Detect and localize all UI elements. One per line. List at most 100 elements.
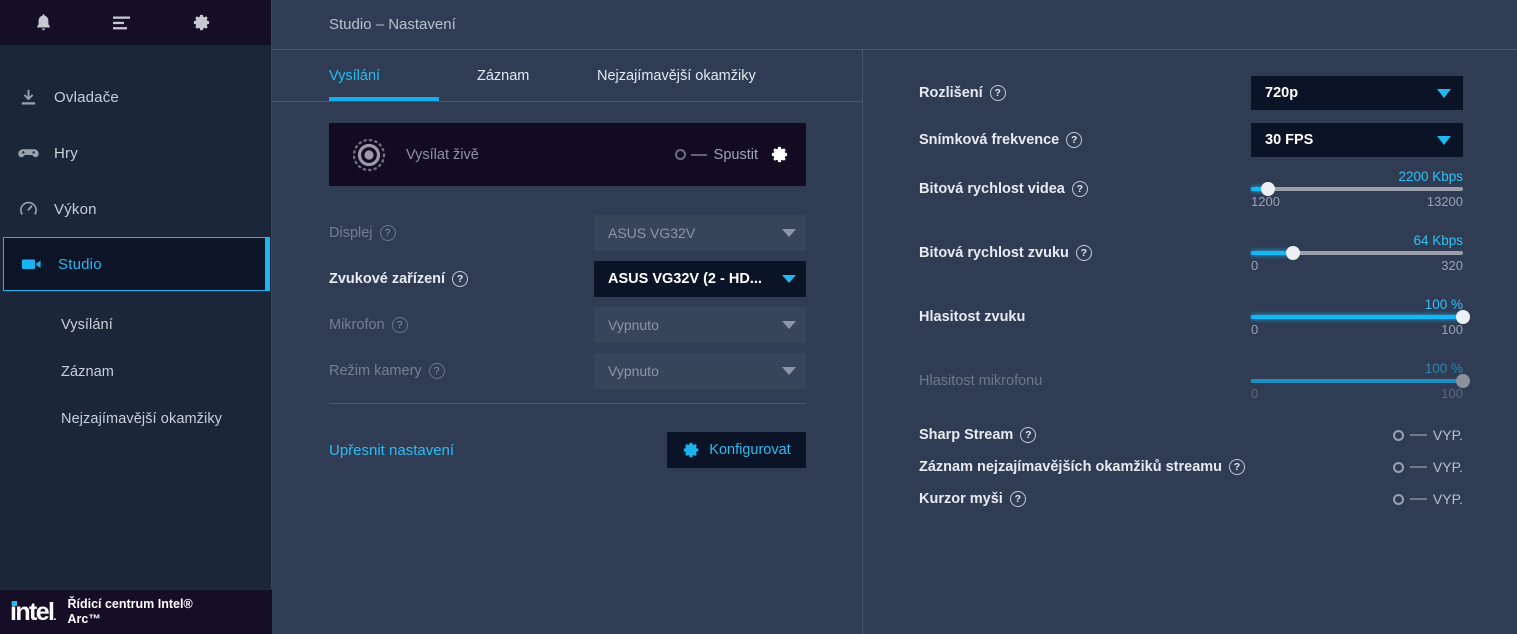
sidebar-item-ovladace[interactable]: Ovladače (0, 69, 271, 125)
setting-label: Zvukové zařízení ? (329, 271, 469, 287)
setting-label-text: Hlasitost zvuku (919, 309, 1026, 325)
tab-nejzajimavejsi-okamziky[interactable]: Nejzajímavější okamžiky (597, 50, 797, 101)
slider-min: 1200 (1251, 194, 1280, 209)
toggle-state-label: VYP. (1432, 459, 1463, 475)
slider-thumb[interactable] (1286, 246, 1301, 260)
slider-track[interactable] (1251, 246, 1463, 260)
help-icon[interactable]: ? (1229, 459, 1246, 475)
stream-toggle[interactable] (674, 149, 712, 160)
resolution-select[interactable]: 720p (1251, 76, 1463, 110)
slider-max: 13200 (1426, 194, 1463, 209)
slider-thumb[interactable] (1456, 374, 1470, 388)
setting-label-text: Režim kamery (329, 363, 422, 379)
slider-value: 2200 Kbps (1398, 169, 1463, 184)
help-icon[interactable]: ? (379, 225, 396, 241)
setting-row-displej: Displej ? ASUS VG32V (329, 210, 806, 256)
stream-start-label[interactable]: Spustit (714, 147, 758, 163)
setting-label: Režim kamery ? (329, 363, 445, 379)
slider-fill (1251, 379, 1463, 383)
select-value: 30 FPS (1265, 132, 1314, 148)
slider-track[interactable] (1251, 310, 1470, 324)
slider-thumb[interactable] (1260, 182, 1275, 196)
mouse-cursor-toggle[interactable]: VYP. (1392, 491, 1463, 507)
slider-max: 100 (1441, 386, 1463, 401)
sidebar-item-label: Hry (54, 144, 78, 162)
sidebar: Ovladače Hry Výkon Studio Vysílání Zázna… (0, 0, 272, 634)
setting-row-zaznam-nejzajimavejsich-okamziku-streamu: Záznam nejzajímavějších okamžiků streamu… (919, 454, 1463, 480)
stream-banner: Vysílat živě Spustit (329, 123, 806, 186)
setting-label: Hlasitost mikrofonu (919, 373, 1042, 389)
help-icon[interactable]: ? (1020, 427, 1037, 443)
toggle-bar (1409, 498, 1427, 500)
resolution-control: 720p (1251, 76, 1463, 110)
chevron-down-icon (782, 321, 796, 329)
list-icon[interactable] (109, 10, 135, 36)
camera-mode-select[interactable]: Vypnuto (594, 353, 806, 389)
gear-icon[interactable] (188, 10, 214, 36)
sharp-stream-toggle[interactable]: VYP. (1392, 427, 1463, 443)
advanced-settings-row: Upřesnit nastavení Konfigurovat (329, 420, 806, 480)
record-icon (348, 134, 390, 176)
help-icon[interactable]: ? (989, 85, 1006, 101)
configure-button[interactable]: Konfigurovat (667, 432, 806, 468)
setting-row-hlasitost-zvuku: Hlasitost zvuku 100 % 0 100 (919, 292, 1470, 342)
audio-bitrate-slider[interactable]: 64 Kbps 0 320 (1251, 233, 1463, 273)
slider-track[interactable] (1251, 182, 1463, 196)
sidebar-item-hry[interactable]: Hry (0, 125, 271, 181)
sidebar-subitem-vysilani[interactable]: Vysílání (0, 301, 271, 348)
advanced-settings-label[interactable]: Upřesnit nastavení (329, 442, 454, 459)
bell-icon[interactable] (30, 10, 56, 36)
audio-volume-slider[interactable]: 100 % 0 100 (1251, 297, 1470, 337)
mic-volume-slider[interactable]: 100 % 0 100 (1251, 361, 1470, 401)
slider-track[interactable] (1251, 374, 1470, 388)
setting-label: Hlasitost zvuku (919, 309, 1025, 325)
help-icon[interactable]: ? (1075, 245, 1092, 261)
stream-banner-label: Vysílat živě (406, 146, 479, 163)
setting-row-sharp-stream: Sharp Stream ? VYP. (919, 422, 1463, 448)
slider-min: 0 (1251, 322, 1259, 337)
tab-zaznam[interactable]: Záznam (477, 50, 597, 101)
setting-label: Záznam nejzajímavějších okamžiků streamu… (919, 459, 1246, 475)
slider-max: 320 (1441, 258, 1463, 273)
sidebar-subitem-nejzajimavejsi-okamziky[interactable]: Nejzajímavější okamžiky (0, 395, 271, 442)
video-bitrate-slider[interactable]: 2200 Kbps 1200 13200 (1251, 169, 1463, 209)
tab-vysilani[interactable]: Vysílání (329, 50, 477, 101)
help-icon[interactable]: ? (428, 363, 445, 379)
help-icon[interactable]: ? (1009, 491, 1026, 507)
microphone-select[interactable]: Vypnuto (594, 307, 806, 343)
video-bitrate-control: 2200 Kbps 1200 13200 (1251, 169, 1463, 209)
chevron-down-icon (782, 275, 796, 283)
help-icon[interactable]: ? (1066, 132, 1083, 148)
setting-label-text: Hlasitost mikrofonu (919, 373, 1043, 389)
main-header: Studio – Nastavení (272, 0, 1517, 50)
select-value: ASUS VG32V (2 - HD... (608, 271, 762, 287)
toggle-knob (674, 149, 686, 160)
select-value: Vypnuto (608, 317, 659, 333)
help-icon[interactable]: ? (452, 271, 469, 287)
page-title: Studio – Nastavení (329, 16, 456, 33)
sidebar-subitem-zaznam[interactable]: Záznam (0, 348, 271, 395)
setting-label: Displej ? (329, 225, 396, 241)
setting-row-hlasitost-mikrofonu: Hlasitost mikrofonu 100 % 0 100 (919, 356, 1470, 406)
framerate-select[interactable]: 30 FPS (1251, 123, 1463, 157)
chevron-down-icon (1437, 88, 1451, 98)
slider-thumb[interactable] (1456, 310, 1470, 324)
toggle-knob (1392, 461, 1404, 473)
gear-icon[interactable] (770, 145, 789, 164)
framerate-control: 30 FPS (1251, 123, 1463, 157)
gauge-icon (14, 197, 42, 221)
help-icon[interactable]: ? (1071, 181, 1088, 197)
audio-device-select[interactable]: ASUS VG32V (2 - HD... (594, 261, 806, 297)
sidebar-item-studio[interactable]: Studio (3, 237, 270, 291)
intel-logo-dot (12, 600, 17, 606)
sidebar-subnav: Vysílání Záznam Nejzajímavější okamžiky (0, 291, 271, 442)
setting-row-snimkova-frekvence: Snímková frekvence ? 30 FPS (919, 123, 1463, 157)
sidebar-item-vykon[interactable]: Výkon (0, 181, 271, 237)
display-select[interactable]: ASUS VG32V (594, 215, 806, 251)
help-icon[interactable]: ? (391, 317, 408, 333)
right-pane: Rozlišení ? 720p Snímková frekvence ? 30… (863, 50, 1517, 634)
stream-highlights-toggle[interactable]: VYP. (1392, 459, 1463, 475)
toggle-bar (1409, 434, 1427, 436)
content: Vysílání Záznam Nejzajímavější okamžiky … (272, 50, 1517, 634)
slider-fill (1251, 315, 1463, 319)
